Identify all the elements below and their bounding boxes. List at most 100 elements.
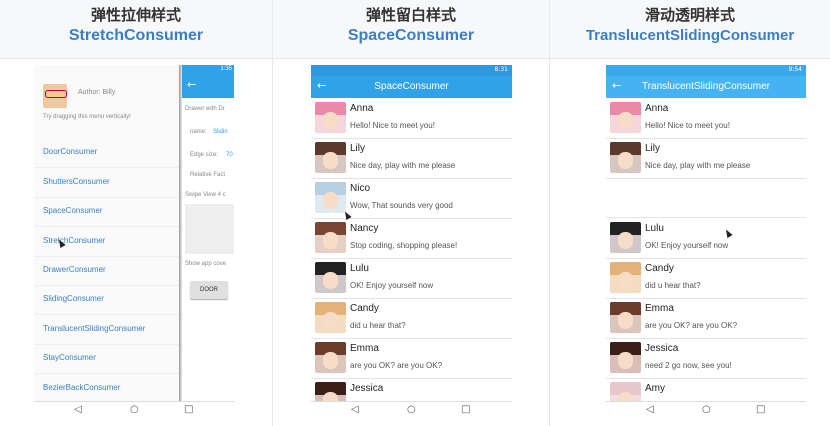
name-value[interactable]: Slidin <box>213 129 228 135</box>
app-bar: ← SpaceConsumer <box>311 76 512 98</box>
menu-item[interactable]: SlidingConsumer <box>34 285 179 315</box>
circle-home-icon[interactable]: ○ <box>130 404 139 415</box>
panel-stretch: 弹性拉伸样式 StretchConsumer Author: Billy Try… <box>0 0 273 426</box>
list-item[interactable]: Nico Wow, That sounds very good <box>311 178 512 219</box>
list-item[interactable]: Emma are you OK? are you OK? <box>311 338 512 379</box>
last-message: Hello! Nice to meet you! <box>645 121 730 130</box>
edge-size-label: Edge size: <box>190 152 219 158</box>
avatar <box>315 342 346 373</box>
list-item[interactable]: Candy did u hear that? <box>311 298 512 339</box>
list-item[interactable]: Lulu OK! Enjoy yourself now <box>311 258 512 299</box>
name-label: name: <box>190 129 207 135</box>
door-button[interactable]: DOOR <box>190 281 228 299</box>
panel-title-cn: 弹性留白样式 <box>365 6 456 24</box>
phone-screen: 8:31 ← SpaceConsumer Anna Hello! Nice to… <box>311 65 512 420</box>
contact-name: Candy <box>350 303 379 314</box>
nav-bar: ◁ ○ □ <box>311 401 512 420</box>
list-item[interactable]: Anna Hello! Nice to meet you! <box>311 98 512 139</box>
circle-home-icon[interactable]: ○ <box>702 404 711 415</box>
contact-name: Lulu <box>645 223 664 234</box>
contact-name: Lily <box>350 143 366 154</box>
last-message: Nice day, play with me please <box>350 161 456 170</box>
list-item[interactable]: Anna Hello! Nice to meet you! <box>606 98 806 139</box>
contact-name: Emma <box>350 343 379 354</box>
square-recent-icon[interactable]: □ <box>756 404 765 415</box>
contact-name: Lulu <box>350 263 369 274</box>
status-time: 9:54 <box>788 66 802 73</box>
list-item[interactable]: Nancy Stop coding, shopping please! <box>311 218 512 259</box>
avatar <box>610 302 641 333</box>
menu-item[interactable]: SpaceConsumer <box>34 197 179 227</box>
menu-item[interactable]: DrawerConsumer <box>34 256 179 286</box>
arrow-left-icon[interactable]: ← <box>187 78 196 91</box>
avatar <box>43 84 67 108</box>
last-message: OK! Enjoy yourself now <box>645 241 729 250</box>
app-bar: 1:35 ← <box>182 65 234 98</box>
menu-item[interactable]: StayConsumer <box>34 344 179 374</box>
contact-name: Jessica <box>350 383 384 394</box>
edge-size-value[interactable]: 70 <box>226 152 233 158</box>
panel-title-cn: 滑动透明样式 <box>644 6 735 24</box>
panel-title-en: TranslucentSlidingConsumer <box>585 27 795 44</box>
circle-home-icon[interactable]: ○ <box>407 404 416 415</box>
last-message: Hello! Nice to meet you! <box>350 121 435 130</box>
contact-name: Candy <box>645 263 674 274</box>
panel-translucent: 滑动透明样式 TranslucentSlidingConsumer 9:54 ←… <box>550 0 830 426</box>
triangle-back-icon[interactable]: ◁ <box>74 404 82 415</box>
list-item[interactable]: Candy did u hear that? <box>606 258 806 299</box>
last-message: are you OK? are you OK? <box>645 321 738 330</box>
avatar <box>610 222 641 253</box>
list-item[interactable]: Lily Nice day, play with me please <box>311 138 512 179</box>
avatar <box>610 262 641 293</box>
menu-item[interactable]: ShuttersConsumer <box>34 168 179 198</box>
panel-title-en: StretchConsumer <box>68 27 204 44</box>
contact-name: Anna <box>645 103 669 114</box>
relative-factor-label: Relative Fact <box>190 172 226 178</box>
last-message: Nice day, play with me please <box>645 161 751 170</box>
menu-item[interactable]: BezierBackConsumer <box>34 374 179 404</box>
panel-space: 弹性留白样式 SpaceConsumer 8:31 ← SpaceConsume… <box>273 0 550 426</box>
last-message: did u hear that? <box>645 281 701 290</box>
square-recent-icon[interactable]: □ <box>184 404 193 415</box>
last-message: did u hear that? <box>350 321 406 330</box>
list-item[interactable]: Emma are you OK? are you OK? <box>606 298 806 339</box>
list-item[interactable]: Lily Nice day, play with me please <box>606 138 806 179</box>
avatar <box>315 222 346 253</box>
triangle-back-icon[interactable]: ◁ <box>351 404 359 415</box>
avatar <box>315 302 346 333</box>
status-bar: 8:31 <box>311 65 512 76</box>
last-message: are you OK? are you OK? <box>350 361 443 370</box>
avatar <box>315 102 346 133</box>
contact-name: Lily <box>645 143 661 154</box>
menu-item[interactable]: DoorConsumer <box>34 138 179 168</box>
status-time: 8:31 <box>494 66 508 73</box>
drawer-with-label: Drawer with Dr <box>185 106 225 112</box>
phone-screen: Author: Billy Try dragging this menu ver… <box>34 65 234 420</box>
swipe-view-label: Swipe View 4 c <box>185 192 226 198</box>
avatar <box>315 182 346 213</box>
square-recent-icon[interactable]: □ <box>461 404 470 415</box>
avatar <box>315 262 346 293</box>
panel-title-cn: 弹性拉伸样式 <box>90 6 181 24</box>
contact-name: Jessica <box>645 343 679 354</box>
panel-header: 滑动透明样式 TranslucentSlidingConsumer <box>550 0 830 59</box>
drawer-menu[interactable]: Author: Billy Try dragging this menu ver… <box>34 65 179 404</box>
app-title: TranslucentSlidingConsumer <box>641 81 771 92</box>
sliding-gap <box>606 179 806 218</box>
avatar <box>610 102 641 133</box>
list-item[interactable]: Jessica need 2 go now, see you! <box>606 338 806 379</box>
drag-hint: Try dragging this menu vertically! <box>43 114 131 120</box>
show-app-label: Show app cove <box>185 261 227 267</box>
phone-screen: 9:54 ← TranslucentSlidingConsumer Anna H… <box>606 65 806 420</box>
list-item[interactable]: Lulu OK! Enjoy yourself now <box>606 218 806 259</box>
menu-item[interactable]: TranslucentSlidingConsumer <box>34 315 179 345</box>
avatar <box>315 142 346 173</box>
author-label: Author: Billy <box>78 89 116 96</box>
panel-header: 弹性留白样式 SpaceConsumer <box>273 0 549 59</box>
triangle-back-icon[interactable]: ◁ <box>646 404 654 415</box>
nav-bar: ◁ ○ □ <box>34 401 234 420</box>
menu-item[interactable]: StretchConsumer <box>34 227 179 257</box>
avatar <box>610 342 641 373</box>
last-message: Stop coding, shopping please! <box>350 241 458 250</box>
status-bar: 9:54 <box>606 65 806 76</box>
